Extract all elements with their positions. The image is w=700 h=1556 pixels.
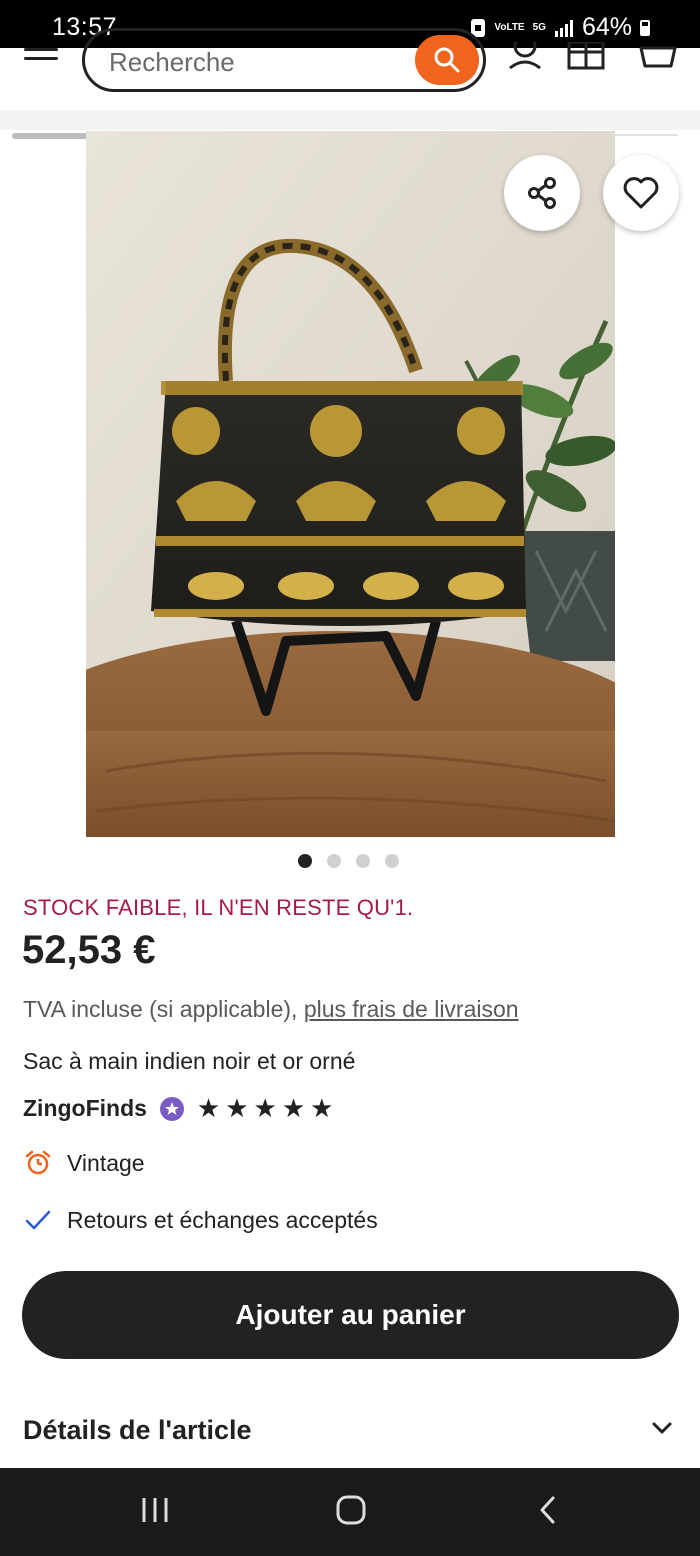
tax-info: TVA incluse (si applicable), plus frais … bbox=[23, 996, 519, 1023]
network-type-icon: 5G bbox=[532, 21, 546, 33]
star-icon: ★ bbox=[310, 1093, 334, 1123]
header-divider bbox=[0, 110, 700, 130]
search-button[interactable] bbox=[415, 35, 479, 85]
pagination-dot[interactable] bbox=[298, 854, 312, 868]
search-placeholder: Recherche bbox=[109, 47, 235, 77]
product-title: Sac à main indien noir et or orné bbox=[23, 1048, 356, 1074]
feature-label: Retours et échanges acceptés bbox=[67, 1206, 378, 1233]
feature-label: Vintage bbox=[67, 1149, 145, 1176]
cart-icon[interactable] bbox=[638, 42, 678, 72]
share-icon bbox=[528, 177, 556, 209]
chevron-down-icon bbox=[652, 1422, 672, 1434]
pagination-dot[interactable] bbox=[385, 854, 399, 868]
shop-row: ZingoFinds ★ ★ ★ ★ ★ bbox=[23, 1093, 333, 1124]
gift-icon[interactable] bbox=[566, 40, 606, 72]
volte-icon: VoLTE bbox=[494, 21, 525, 33]
rating-stars[interactable]: ★ ★ ★ ★ ★ bbox=[197, 1093, 334, 1124]
signal-icon bbox=[554, 19, 574, 37]
back-icon[interactable] bbox=[538, 1494, 558, 1531]
system-nav-bar bbox=[0, 1468, 700, 1556]
home-icon[interactable] bbox=[335, 1494, 367, 1531]
star-icon: ★ bbox=[281, 1093, 306, 1123]
favorite-button[interactable] bbox=[603, 155, 679, 231]
heart-icon bbox=[623, 177, 659, 209]
stock-notice: STOCK FAIBLE, IL N'EN RESTE QU'1. bbox=[23, 895, 414, 920]
pagination-dot[interactable] bbox=[356, 854, 370, 868]
account-icon[interactable] bbox=[505, 34, 545, 72]
feature-returns: Retours et échanges acceptés bbox=[23, 1205, 378, 1235]
item-details-accordion[interactable]: Détails de l'article bbox=[23, 1415, 673, 1455]
app-header: Recherche bbox=[0, 28, 700, 110]
feature-vintage: Vintage bbox=[23, 1148, 145, 1178]
image-pagination bbox=[298, 854, 399, 868]
battery-percent: 64% bbox=[581, 13, 632, 41]
checkmark-icon bbox=[23, 1205, 53, 1235]
battery-icon bbox=[640, 19, 650, 36]
menu-icon[interactable] bbox=[24, 48, 58, 66]
status-icons: VoLTE 5G 64% bbox=[470, 13, 650, 42]
search-icon bbox=[434, 47, 460, 73]
star-icon: ★ bbox=[225, 1093, 249, 1123]
pagination-dot[interactable] bbox=[327, 854, 341, 868]
price: 52,53 € bbox=[22, 928, 156, 972]
star-icon: ★ bbox=[253, 1093, 277, 1123]
shop-name[interactable]: ZingoFinds bbox=[23, 1095, 147, 1122]
star-icon: ★ bbox=[196, 1093, 221, 1123]
share-button[interactable] bbox=[504, 155, 580, 231]
search-input[interactable]: Recherche bbox=[82, 28, 486, 92]
tax-text: TVA incluse (si applicable), bbox=[23, 996, 298, 1022]
recent-apps-icon[interactable] bbox=[140, 1494, 170, 1531]
star-seller-badge-icon bbox=[159, 1096, 184, 1121]
add-to-cart-button[interactable]: Ajouter au panier bbox=[22, 1271, 679, 1359]
alarm-clock-icon bbox=[23, 1148, 53, 1178]
shipping-link[interactable]: plus frais de livraison bbox=[304, 996, 519, 1022]
product-image[interactable] bbox=[86, 131, 615, 837]
item-details-title: Détails de l'article bbox=[23, 1415, 252, 1445]
